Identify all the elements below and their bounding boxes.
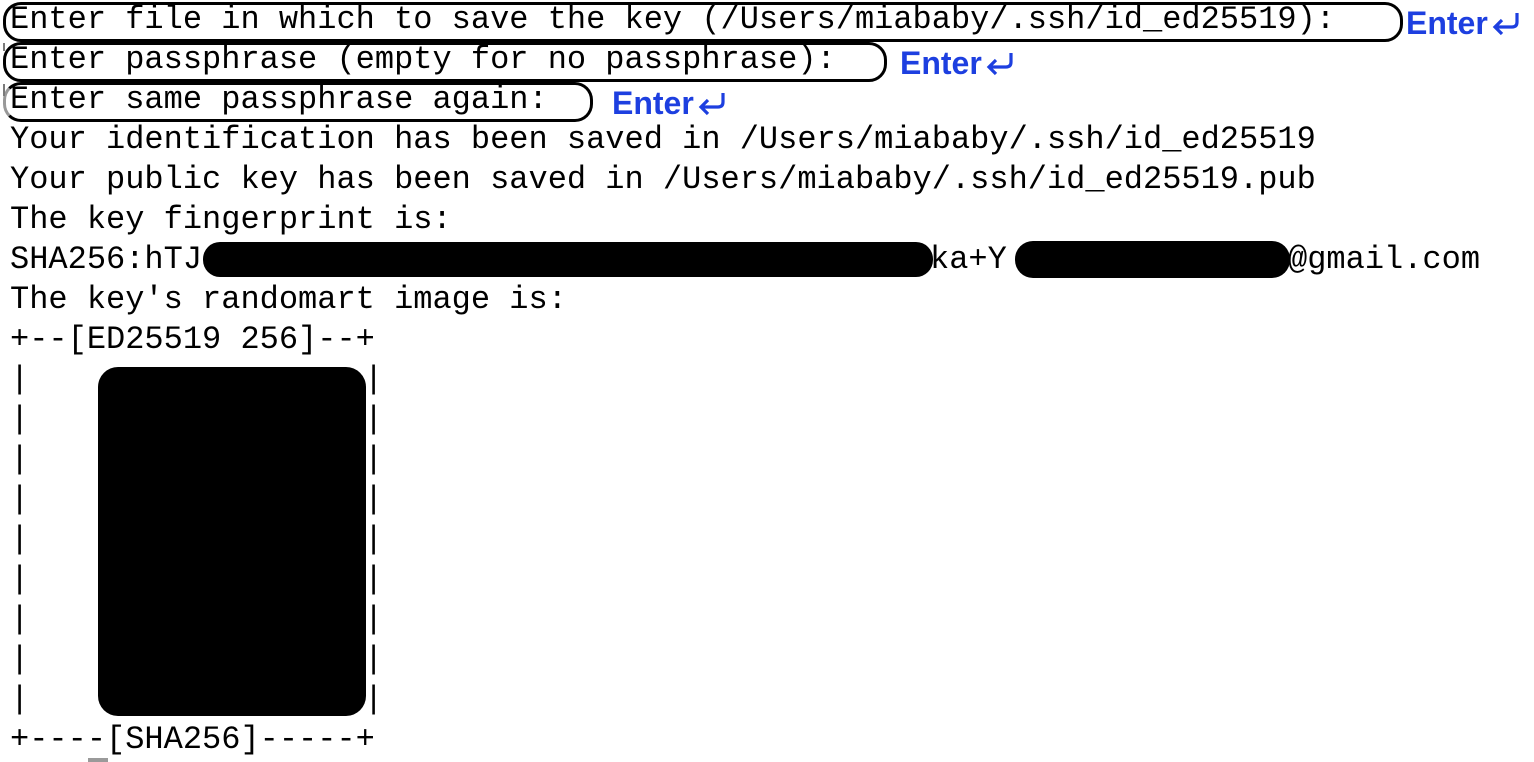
output-fingerprint-label: The key fingerprint is: <box>10 201 452 238</box>
randomart-right-border: | <box>364 521 384 558</box>
randomart-left-border: | <box>10 601 30 638</box>
redaction-fingerprint <box>203 242 933 277</box>
enter-label: Enter <box>1406 5 1488 41</box>
randomart-right-border: | <box>364 641 384 678</box>
randomart-left-border: | <box>10 481 30 518</box>
randomart-left-border: | <box>10 401 30 438</box>
output-identification-saved: Your identification has been saved in /U… <box>10 121 1316 158</box>
randomart-left-border: | <box>10 681 30 718</box>
enter-annotation-2: Enter <box>900 43 1016 83</box>
randomart-bottom-border: +----[SHA256]-----+ <box>10 721 375 758</box>
randomart-right-border: | <box>364 601 384 638</box>
randomart-left-border: | <box>10 641 30 678</box>
highlight-prompt-passphrase <box>3 42 887 82</box>
randomart-left-border: | <box>10 521 30 558</box>
return-arrow-icon <box>984 43 1016 92</box>
return-arrow-icon <box>1490 3 1522 52</box>
enter-label: Enter <box>900 45 982 81</box>
randomart-top-border: +--[ED25519 256]--+ <box>10 321 375 358</box>
randomart-right-border: | <box>364 441 384 478</box>
enter-annotation-3: Enter <box>612 83 728 123</box>
enter-label: Enter <box>612 85 694 121</box>
output-randomart-label: The key's randomart image is: <box>10 281 567 318</box>
fingerprint-prefix: SHA256:hTJ <box>10 241 203 278</box>
terminal-cursor <box>88 758 108 762</box>
fingerprint-mid: ka+Y <box>930 241 1007 278</box>
redaction-email-user <box>1015 241 1290 278</box>
enter-annotation-1: Enter <box>1406 3 1522 43</box>
randomart-right-border: | <box>364 361 384 398</box>
randomart-right-border: | <box>364 561 384 598</box>
randomart-left-border: | <box>10 441 30 478</box>
randomart-right-border: | <box>364 401 384 438</box>
randomart-right-border: | <box>364 481 384 518</box>
randomart-left-border: | <box>10 361 30 398</box>
selection-tick <box>3 43 5 51</box>
randomart-left-border: | <box>10 561 30 598</box>
highlight-prompt-passphrase-again <box>3 82 593 122</box>
selection-tick <box>3 84 5 96</box>
terminal-window: Enter file in which to save the key (/Us… <box>0 0 1534 762</box>
fingerprint-email-suffix: @gmail.com <box>1288 241 1481 278</box>
output-public-key-saved: Your public key has been saved in /Users… <box>10 161 1316 198</box>
randomart-right-border: | <box>364 681 384 718</box>
highlight-prompt-save-file <box>3 2 1403 42</box>
redaction-randomart <box>98 367 366 716</box>
